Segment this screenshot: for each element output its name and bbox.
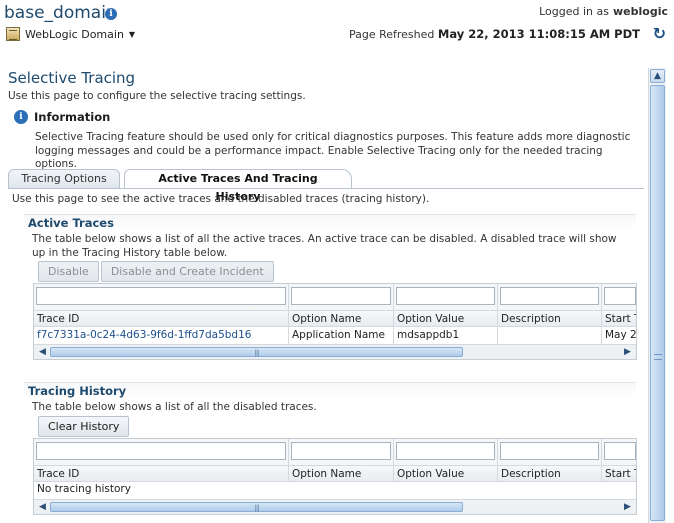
- refreshed-time: May 22, 2013 11:08:15 AM PDT: [437, 27, 640, 41]
- tracing-history-title: Tracing History: [24, 382, 636, 398]
- col-description[interactable]: Description: [498, 465, 602, 481]
- weblogic-domain-menu[interactable]: WebLogic Domain ▼: [6, 27, 135, 41]
- page-title: Selective Tracing: [8, 69, 136, 87]
- info-icon[interactable]: i: [105, 8, 117, 20]
- scroll-left-icon[interactable]: ◀: [36, 346, 49, 358]
- tab-bar: Tracing Options Active Traces And Tracin…: [8, 169, 644, 203]
- scroll-thumb[interactable]: |||: [50, 501, 463, 512]
- information-heading: Information: [34, 110, 111, 124]
- cell-start-time: May 2: [605, 329, 637, 341]
- tab-description: Use this page to see the active traces a…: [12, 193, 430, 205]
- tracing-history-section: Tracing History The table below shows a …: [24, 382, 637, 515]
- active-traces-title: Active Traces: [24, 214, 636, 230]
- page-description: Use this page to configure the selective…: [8, 90, 306, 102]
- scroll-thumb[interactable]: |||: [50, 347, 463, 357]
- page-refreshed: Page Refreshed May 22, 2013 11:08:15 AM …: [349, 27, 640, 41]
- tab-tracing-options[interactable]: Tracing Options: [8, 169, 120, 189]
- tracing-history-table: Trace ID Option Name Option Value Descri…: [33, 437, 637, 515]
- vertical-scroll-thumb[interactable]: [650, 85, 665, 521]
- logged-in-info: Logged in as weblogic: [539, 5, 668, 18]
- filter-trace-id-input[interactable]: [36, 441, 286, 460]
- scroll-right-icon[interactable]: ▶: [621, 501, 634, 513]
- vertical-scrollbar[interactable]: ▲: [648, 68, 666, 523]
- filter-description-input[interactable]: [500, 441, 599, 460]
- logged-in-label: Logged in as: [539, 5, 609, 18]
- col-description[interactable]: Description: [498, 311, 602, 326]
- scroll-right-icon[interactable]: ▶: [621, 346, 634, 358]
- col-option-value[interactable]: Option Value: [394, 311, 498, 326]
- tab-divider: [8, 188, 644, 189]
- disable-create-incident-button[interactable]: Disable and Create Incident: [100, 261, 274, 282]
- global-header: base_domain i Logged in as weblogic WebLo…: [0, 0, 674, 62]
- domain-title: base_domain: [4, 3, 117, 23]
- active-traces-section: Active Traces The table below shows a li…: [24, 214, 637, 360]
- horizontal-scrollbar[interactable]: ◀ ||| ▶: [34, 344, 636, 359]
- col-start-time[interactable]: Start T: [602, 311, 636, 326]
- filter-row: [34, 284, 636, 310]
- filter-start-time-input[interactable]: [604, 287, 636, 305]
- disable-button[interactable]: Disable: [38, 261, 99, 282]
- filter-trace-id-input[interactable]: [36, 287, 286, 305]
- col-option-value[interactable]: Option Value: [394, 465, 498, 481]
- horizontal-scrollbar[interactable]: ◀ ||| ▶: [34, 498, 636, 514]
- filter-start-time-input[interactable]: [604, 441, 636, 460]
- refreshed-label: Page Refreshed: [348, 28, 435, 41]
- col-option-name[interactable]: Option Name: [289, 465, 394, 481]
- information-text: Selective Tracing feature should be used…: [35, 131, 631, 170]
- col-trace-id[interactable]: Trace ID: [34, 311, 289, 326]
- table-header: Trace ID Option Name Option Value Descri…: [34, 310, 636, 327]
- active-traces-description: The table below shows a list of all the …: [32, 233, 617, 259]
- table-row[interactable]: f7c7331a-0c24-4d63-9f6d-1ffd7da5bd16 App…: [34, 327, 636, 344]
- scroll-left-icon[interactable]: ◀: [36, 501, 49, 513]
- filter-option-name-input[interactable]: [291, 287, 391, 305]
- trace-id-link[interactable]: f7c7331a-0c24-4d63-9f6d-1ffd7da5bd16: [37, 329, 251, 341]
- username: weblogic: [613, 5, 668, 18]
- col-start-time[interactable]: Start T: [602, 466, 636, 481]
- information-box: i Information Selective Tracing feature …: [14, 110, 634, 172]
- information-icon: i: [14, 110, 28, 124]
- scroll-up-icon[interactable]: ▲: [650, 69, 665, 83]
- clear-history-button[interactable]: Clear History: [38, 415, 130, 437]
- cell-description: [498, 327, 602, 344]
- weblogic-domain-label: WebLogic Domain: [25, 27, 124, 41]
- chevron-down-icon: ▼: [128, 29, 136, 39]
- filter-option-value-input[interactable]: [396, 441, 495, 460]
- cell-option-value: mdsappdb1: [394, 327, 498, 344]
- col-option-name[interactable]: Option Name: [289, 311, 394, 326]
- main-content: Selective Tracing Use this page to confi…: [0, 62, 648, 523]
- weblogic-domain-icon: [6, 27, 20, 41]
- active-traces-table: Trace ID Option Name Option Value Descri…: [33, 283, 637, 360]
- filter-row: [34, 438, 636, 465]
- col-trace-id[interactable]: Trace ID: [34, 465, 289, 481]
- table-header: Trace ID Option Name Option Value Descri…: [34, 464, 636, 482]
- filter-option-name-input[interactable]: [291, 441, 391, 460]
- cell-option-name: Application Name: [289, 327, 394, 344]
- filter-description-input[interactable]: [500, 287, 599, 305]
- refresh-icon[interactable]: ↻: [653, 26, 666, 42]
- tab-active-traces-history[interactable]: Active Traces And Tracing History: [124, 169, 352, 203]
- tracing-history-description: The table below shows a list of all the …: [32, 401, 317, 413]
- filter-option-value-input[interactable]: [396, 287, 495, 305]
- empty-table-text: No tracing history: [37, 482, 131, 495]
